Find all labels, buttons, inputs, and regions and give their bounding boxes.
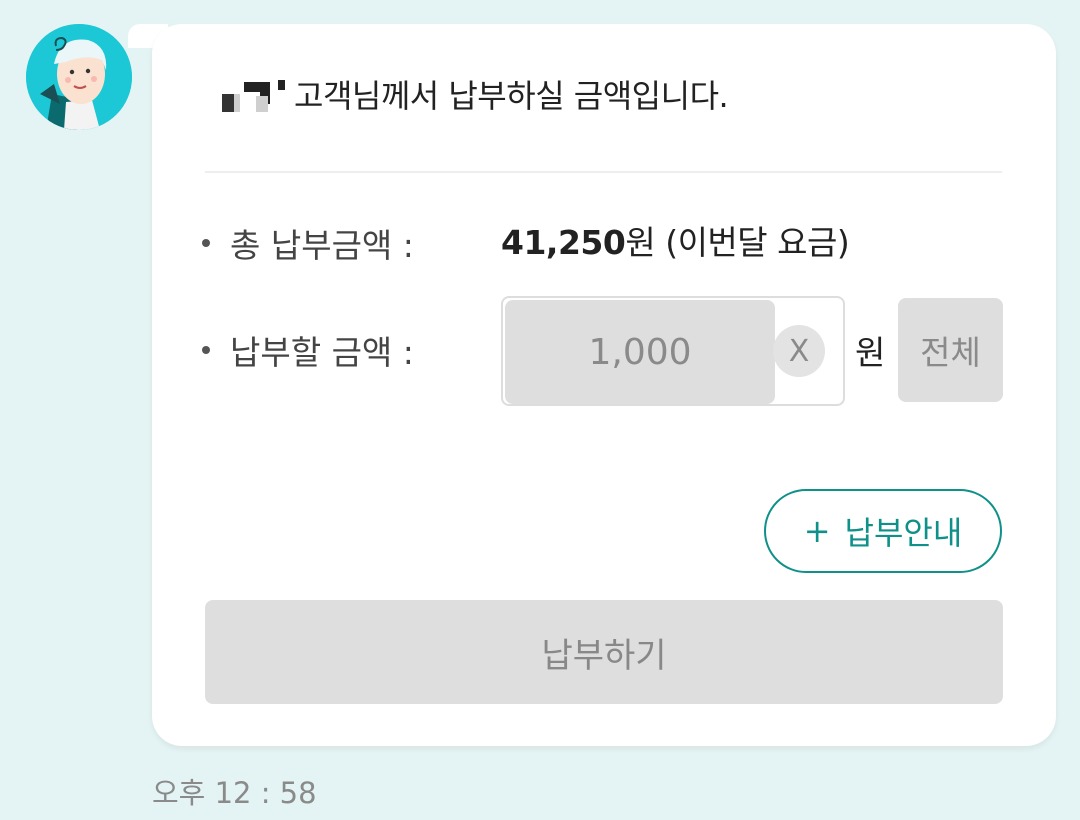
- pay-amount-field: X: [501, 296, 845, 406]
- pay-amount-row-label: 납부할 금액 :: [202, 326, 414, 374]
- total-amount-value: 41,250원 (이번달 요금): [501, 216, 850, 264]
- message-bubble: 고객님께서 납부하실 금액입니다. 총 납부금액 : 41,250원 (이번달 …: [152, 24, 1056, 746]
- pay-button[interactable]: 납부하기: [205, 600, 1003, 704]
- agent-avatar-icon: [26, 24, 132, 130]
- title-text: 고객님께서 납부하실 금액입니다.: [294, 77, 729, 115]
- agent-avatar: [26, 24, 132, 130]
- plus-icon: +: [803, 512, 831, 550]
- message-timestamp: 오후 12 : 58: [152, 776, 317, 810]
- total-amount-row-label: 총 납부금액 :: [202, 219, 414, 267]
- pay-amount-label: 납부할 금액 :: [230, 333, 414, 372]
- divider: [205, 171, 1002, 173]
- message-title: 고객님께서 납부하실 금액입니다.: [222, 72, 729, 116]
- all-amount-button[interactable]: 전체: [898, 298, 1003, 402]
- total-amount-label: 총 납부금액 :: [230, 226, 414, 265]
- clear-button[interactable]: X: [773, 325, 825, 377]
- payment-guide-label: 납부안내: [844, 514, 963, 552]
- masked-customer-name: [222, 74, 292, 114]
- currency-label: 원: [855, 333, 886, 372]
- total-amount-suffix: 원 (이번달 요금): [625, 223, 850, 262]
- bullet-icon: [202, 346, 210, 354]
- bullet-icon: [202, 239, 210, 247]
- payment-guide-button[interactable]: + 납부안내: [764, 489, 1002, 573]
- total-amount-number: 41,250: [501, 223, 626, 262]
- clear-icon: X: [788, 333, 810, 369]
- pay-amount-input[interactable]: [505, 300, 775, 404]
